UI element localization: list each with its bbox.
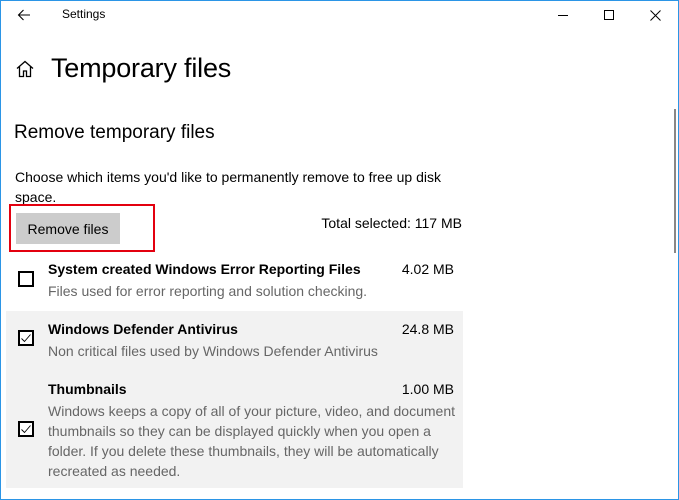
total-selected: Total selected: 117 MB [321,215,462,231]
item-name: System created Windows Error Reporting F… [48,261,361,277]
item-checkbox[interactable] [18,330,34,346]
close-button[interactable] [632,1,678,29]
item-name: Thumbnails [48,381,127,397]
settings-window: Settings Temporary files Remove temporar… [0,0,679,500]
item-description: Windows keeps a copy of all of your pict… [48,403,455,479]
checkmark-icon [21,425,31,434]
minimize-icon [558,15,568,16]
item-description: Files used for error reporting and solut… [48,283,368,299]
title-bar: Settings [1,1,678,31]
page-title: Temporary files [51,53,232,83]
item-size: 24.8 MB [401,321,454,337]
page-header: Temporary files [13,53,231,84]
close-icon [649,9,661,21]
item-size: 4.02 MB [401,261,454,277]
maximize-icon [604,10,614,20]
home-icon [16,60,34,77]
item-checkbox[interactable] [18,421,34,437]
item-name: Windows Defender Antivirus [48,321,238,337]
checkmark-icon [21,334,31,343]
list-item: Thumbnails 1.00 MB Windows keeps a copy … [6,371,463,488]
scrollbar[interactable] [674,109,676,253]
home-button[interactable] [13,57,37,81]
list-item: Windows Defender Antivirus 24.8 MB Non c… [6,311,463,371]
back-button[interactable] [9,3,39,27]
section-description: Choose which items you'd like to permane… [15,169,441,205]
item-description: Non critical files used by Windows Defen… [48,343,378,359]
remove-files-button[interactable]: Remove files [16,213,120,244]
item-size: 1.00 MB [401,381,454,397]
maximize-button[interactable] [586,1,632,29]
list-item: System created Windows Error Reporting F… [6,255,463,311]
minimize-button[interactable] [540,1,586,29]
section-title: Remove temporary files [14,122,215,143]
item-checkbox[interactable] [18,271,34,287]
back-arrow-icon [17,9,30,21]
window-title: Settings [62,7,106,21]
